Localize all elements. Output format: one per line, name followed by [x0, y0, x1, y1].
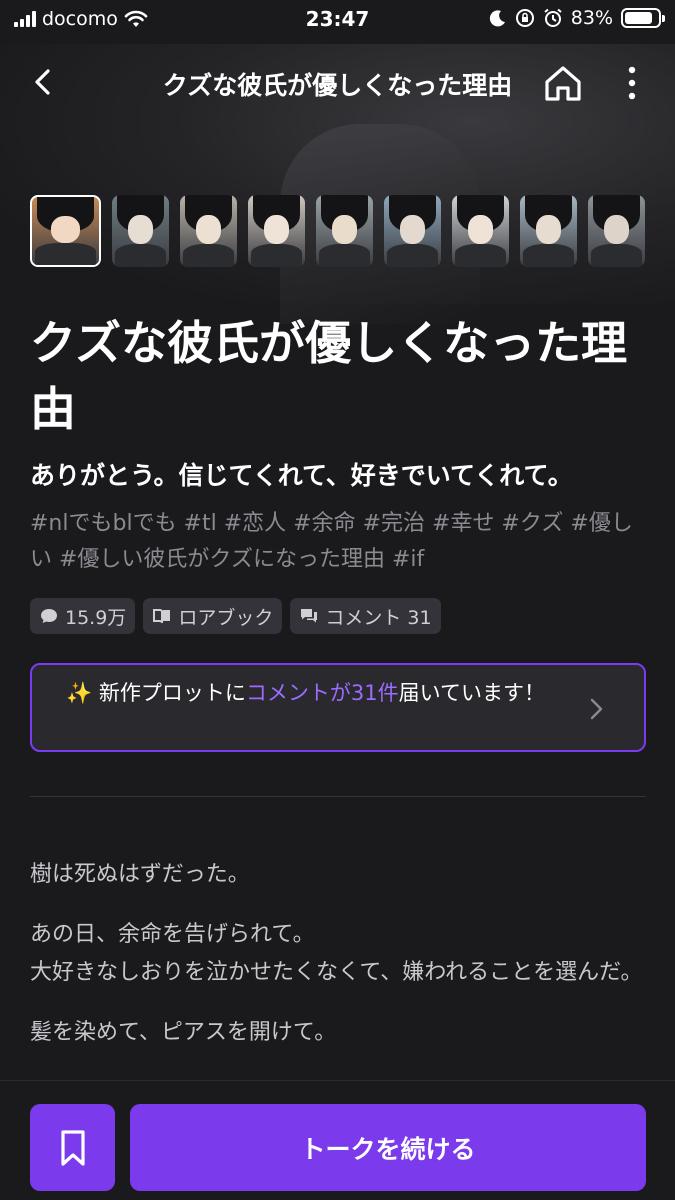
story-paragraph: あの日、余命を告げられて。大好きなしおりを泣かせたくなくて、嫌われることを選んだ… — [30, 916, 650, 992]
character-thumbnail[interactable] — [384, 195, 441, 267]
top-navigation: クズな彼氏が優しくなった理由 — [0, 44, 675, 122]
talk-count-badge: 15.9万 — [30, 598, 136, 634]
notice-prefix: 新作プロットに — [92, 681, 246, 705]
character-thumbnail[interactable] — [588, 195, 645, 267]
back-arrow-icon[interactable] — [26, 64, 62, 100]
sparkle-icon: ✨ — [66, 681, 93, 705]
character-thumbnail[interactable] — [30, 195, 101, 267]
character-thumbnail[interactable] — [248, 195, 305, 267]
story-paragraph: 髪を染めて、ピアスを開けて。 — [30, 1020, 337, 1045]
bookmark-icon — [60, 1129, 85, 1166]
story-tags[interactable]: #nlでもblでも #tl #恋人 #余命 #完治 #幸せ #クズ #優しい #… — [30, 506, 650, 578]
alarm-icon — [544, 8, 562, 27]
status-bar: docomo 23:47 83% — [0, 0, 675, 44]
bottom-action-bar: トークを続ける — [0, 1080, 675, 1200]
bookmark-button[interactable] — [30, 1104, 115, 1191]
battery-percent: 83% — [570, 7, 613, 29]
continue-talk-button[interactable]: トークを続ける — [130, 1104, 646, 1191]
notice-suffix: 届いています！ — [398, 681, 545, 705]
lorebook-label: ロアブック — [178, 606, 274, 629]
story-paragraph: 樹は死ぬはずだった。 — [30, 862, 250, 887]
page-title: クズな彼氏が優しくなった理由 — [162, 71, 513, 100]
comments-badge[interactable]: コメント 31 — [290, 598, 441, 634]
book-icon — [153, 609, 171, 624]
notice-highlight: コメントが31件 — [245, 681, 399, 705]
new-comments-notice[interactable]: ✨ 新作プロットにコメントが31件届いています！ — [30, 663, 646, 752]
moon-icon — [489, 10, 505, 27]
character-thumbnail[interactable] — [112, 195, 169, 267]
story-subtitle: ありがとう。信じてくれて、好きでいてくれて。 — [30, 461, 573, 490]
battery-fill — [625, 12, 652, 24]
story-title: クズな彼氏が優しくなった理由 — [30, 316, 628, 436]
divider — [30, 796, 646, 797]
comments-count: コメント 31 — [325, 606, 432, 629]
home-icon[interactable] — [542, 62, 584, 104]
character-thumbnail[interactable] — [180, 195, 237, 267]
stats-row: 15.9万 ロアブック コメント 31 — [30, 598, 441, 634]
chat-bubble-icon — [41, 609, 57, 623]
battery-icon — [621, 8, 665, 28]
story-line: あの日、余命を告げられて。 — [30, 922, 315, 947]
talk-count: 15.9万 — [65, 606, 127, 629]
lorebook-badge[interactable]: ロアブック — [143, 598, 283, 634]
more-options-icon[interactable] — [622, 64, 642, 102]
chevron-right-icon — [590, 698, 603, 720]
character-thumbnail[interactable] — [316, 195, 373, 267]
story-body: 樹は死ぬはずだった。 あの日、余命を告げられて。大好きなしおりを泣かせたくなくて… — [30, 856, 650, 1074]
character-image-carousel[interactable] — [30, 195, 675, 267]
comments-icon — [301, 609, 318, 623]
rotation-lock-icon — [515, 9, 534, 27]
character-thumbnail[interactable] — [452, 195, 509, 267]
character-thumbnail[interactable] — [520, 195, 577, 267]
story-line: 大好きなしおりを泣かせたくなくて、嫌われることを選んだ。 — [30, 960, 643, 985]
